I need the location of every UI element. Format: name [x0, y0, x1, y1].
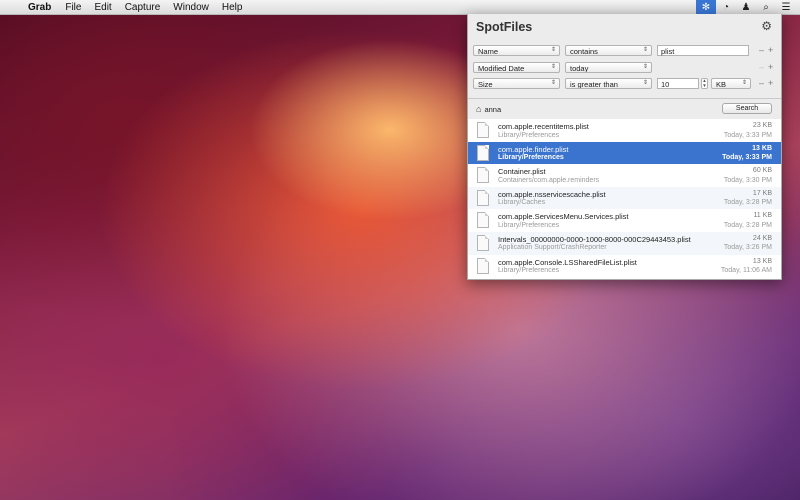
- file-path: Containers/com.apple.reminders: [498, 176, 600, 184]
- unit-select[interactable]: KB ⇕: [711, 78, 751, 89]
- list-item[interactable]: com.apple.ServicesMenu.Services.plist Li…: [468, 209, 781, 232]
- file-name: Container.plist: [498, 167, 546, 177]
- value-field[interactable]: plist: [657, 45, 749, 56]
- criterion-row-size: Size ⇕ is greater than ⇕ 10 ▲ ▼ KB ⇕ – +: [472, 78, 777, 91]
- search-button[interactable]: Search: [722, 103, 772, 114]
- chevron-icon: ⇕: [642, 64, 648, 70]
- chevron-icon: ⇕: [550, 80, 556, 86]
- menu-edit[interactable]: Edit: [94, 2, 111, 13]
- remove-criterion-button[interactable]: –: [759, 78, 764, 89]
- attribute-select[interactable]: Size ⇕: [473, 78, 560, 89]
- file-size: 17 KB: [752, 189, 772, 197]
- file-size: 13 KB: [752, 257, 772, 265]
- spotfiles-panel: SpotFiles ⚙ Name ⇕ contains ⇕ plist – + Mo…: [467, 14, 782, 280]
- operator-select[interactable]: contains ⇕: [565, 45, 652, 56]
- file-name: Intervals_00000000-0000-1000-8000-000C29…: [498, 234, 691, 244]
- file-path: Application Support/CrashReporter: [498, 244, 607, 252]
- file-path: Library/Preferences: [498, 131, 560, 139]
- add-criterion-button[interactable]: +: [768, 78, 773, 89]
- plist-file-icon: [477, 144, 489, 161]
- gauge-icon[interactable]: ◔: [716, 0, 736, 14]
- list-item[interactable]: com.apple.Console.LSSharedFileList.plist…: [468, 255, 781, 278]
- list-item[interactable]: com.apple.recentitems.plist Library/Pref…: [468, 119, 781, 142]
- file-name: com.apple.nsservicescache.plist: [498, 189, 606, 199]
- status-area: ✻ ◔ ♟ ⌕ ☰: [696, 0, 796, 14]
- file-path: Library/Preferences: [498, 221, 560, 229]
- file-size: 11 KB: [753, 212, 772, 220]
- plist-file-icon: [477, 257, 489, 274]
- list-item[interactable]: com.apple.nsservicescache.plist Library/…: [468, 186, 781, 210]
- add-criterion-button[interactable]: +: [768, 62, 773, 73]
- menu-capture[interactable]: Capture: [125, 2, 161, 13]
- file-path: Library/Preferences: [498, 154, 564, 162]
- list-item-selected[interactable]: com.apple.finder.plist Library/Preferenc…: [468, 141, 781, 165]
- attribute-select[interactable]: Modified Date ⇕: [473, 62, 560, 73]
- spotfiles-gear-icon[interactable]: ✻: [696, 0, 716, 14]
- file-date: Today, 3:33 PM: [723, 131, 772, 139]
- size-value-field[interactable]: 10: [657, 78, 699, 89]
- file-name: com.apple.recentitems.plist: [498, 122, 589, 131]
- file-date: Today, 3:33 PM: [722, 154, 772, 162]
- file-name: com.apple.Console.LSSharedFileList.plist: [498, 257, 637, 267]
- search-scope[interactable]: ⌂ anna: [476, 104, 501, 114]
- divider: [468, 98, 781, 99]
- operator-select[interactable]: is greater than ⇕: [565, 78, 652, 89]
- file-date: Today, 3:30 PM: [723, 176, 772, 184]
- chevron-icon: ⇕: [550, 64, 556, 70]
- plist-file-icon: [477, 189, 489, 206]
- plist-file-icon: [477, 234, 489, 251]
- file-date: Today, 3:28 PM: [723, 199, 772, 207]
- settings-gear-icon[interactable]: ⚙: [761, 19, 772, 33]
- add-criterion-button[interactable]: +: [768, 45, 773, 56]
- chevron-icon: ⇕: [642, 47, 648, 53]
- operator-select[interactable]: today ⇕: [565, 62, 652, 73]
- home-folder-icon: ⌂: [476, 104, 482, 114]
- file-path: Library/Caches: [498, 199, 546, 207]
- plist-file-icon: [477, 212, 489, 229]
- plist-file-icon: [477, 122, 489, 138]
- chevron-icon: ⇕: [741, 80, 747, 86]
- file-date: Today, 11:06 AM: [720, 267, 772, 275]
- file-date: Today, 3:28 PM: [723, 221, 772, 229]
- attribute-select[interactable]: Name ⇕: [473, 45, 560, 56]
- size-stepper[interactable]: ▲ ▼: [701, 78, 708, 89]
- remove-criterion-button[interactable]: –: [759, 62, 764, 73]
- menu-help[interactable]: Help: [222, 2, 243, 13]
- chevron-icon: ⇕: [550, 47, 556, 53]
- file-name: com.apple.finder.plist: [498, 144, 569, 154]
- remove-criterion-button[interactable]: –: [759, 45, 764, 56]
- chevron-icon: ⇕: [642, 80, 648, 86]
- list-item[interactable]: Container.plist Containers/com.apple.rem…: [468, 164, 781, 187]
- file-size: 60 KB: [752, 167, 772, 175]
- menu-bar: Grab File Edit Capture Window Help ✻ ◔ ♟…: [0, 0, 800, 15]
- file-path: Library/Preferences: [498, 267, 560, 275]
- app-menu-grab[interactable]: Grab: [28, 2, 51, 13]
- file-name: com.apple.ServicesMenu.Services.plist: [498, 212, 629, 222]
- file-size: 23 KB: [752, 122, 772, 129]
- file-date: Today, 3:26 PM: [723, 244, 772, 252]
- list-item[interactable]: Intervals_00000000-0000-1000-8000-000C29…: [468, 231, 781, 255]
- scope-label: anna: [484, 104, 502, 114]
- results-list[interactable]: com.apple.recentitems.plist Library/Pref…: [468, 119, 781, 279]
- plist-file-icon: [477, 167, 489, 184]
- menu-file[interactable]: File: [65, 2, 81, 13]
- user-icon[interactable]: ♟: [736, 0, 756, 14]
- list-icon[interactable]: ☰: [776, 0, 796, 14]
- panel-title: SpotFiles: [476, 20, 533, 34]
- criterion-row-name: Name ⇕ contains ⇕ plist – +: [472, 45, 777, 58]
- file-size: 13 KB: [752, 144, 772, 152]
- spotlight-search-icon[interactable]: ⌕: [756, 0, 776, 14]
- file-size: 24 KB: [752, 234, 772, 242]
- criterion-row-date: Modified Date ⇕ today ⇕ – +: [472, 62, 777, 75]
- menu-window[interactable]: Window: [173, 2, 209, 13]
